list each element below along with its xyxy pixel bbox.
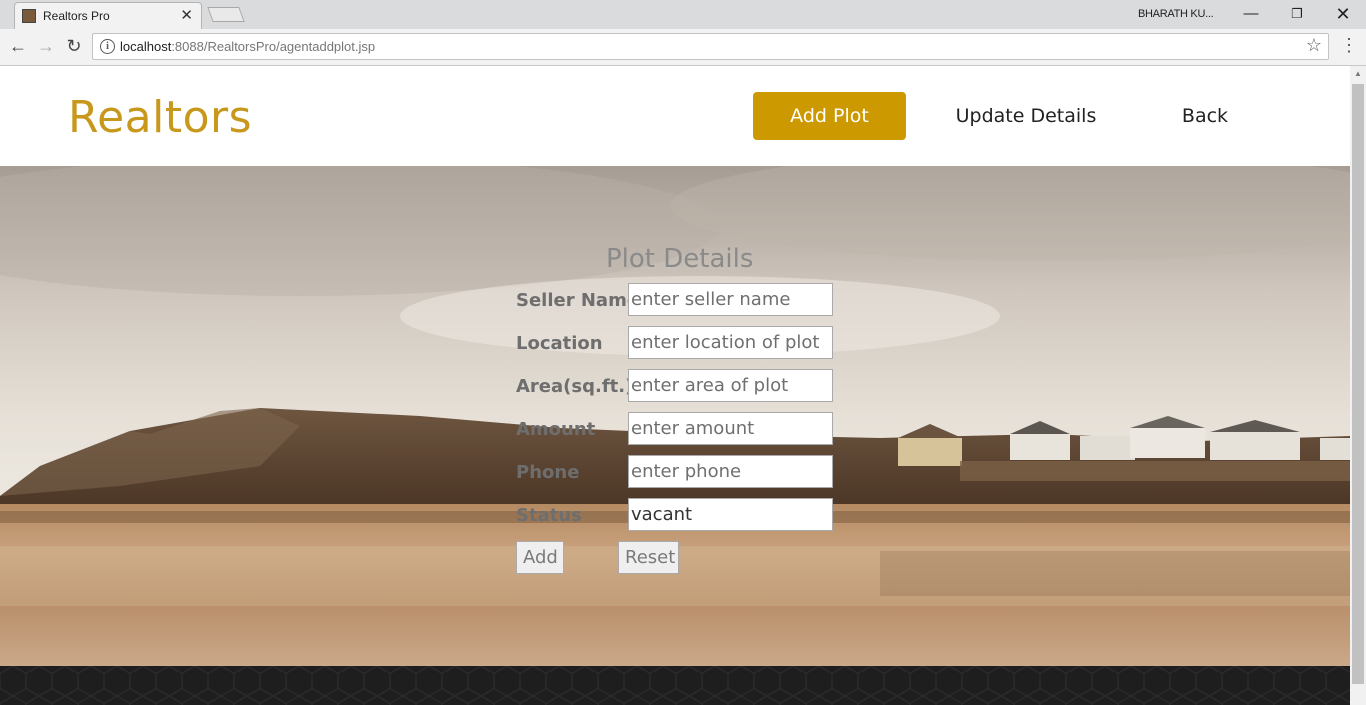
reload-icon[interactable]: ↻ bbox=[62, 34, 86, 58]
address-bar[interactable]: i localhost:8088/RealtorsPro/agentaddplo… bbox=[92, 33, 1329, 60]
nav-add-plot[interactable]: Add Plot bbox=[753, 92, 906, 140]
amount-label: Amount bbox=[516, 419, 596, 440]
location-input[interactable] bbox=[628, 326, 833, 359]
page-scrollbar[interactable]: ▲ bbox=[1350, 66, 1366, 705]
window-user-name[interactable]: BHARATH KU... bbox=[1138, 8, 1214, 20]
area-input[interactable] bbox=[628, 369, 833, 402]
phone-input[interactable] bbox=[628, 455, 833, 488]
browser-tab-strip: Realtors Pro ✕ BHARATH KU... — ❐ ✕ bbox=[0, 0, 1366, 29]
form-title: Plot Details bbox=[606, 244, 754, 274]
amount-input[interactable] bbox=[628, 412, 833, 445]
window-close-icon[interactable]: ✕ bbox=[1320, 0, 1366, 29]
url-path: :8088/RealtorsPro/agentaddplot.jsp bbox=[171, 39, 376, 54]
status-input[interactable] bbox=[628, 498, 833, 531]
status-label: Status bbox=[516, 505, 582, 526]
bookmark-star-icon[interactable]: ☆ bbox=[1306, 35, 1322, 56]
restore-icon[interactable]: ❐ bbox=[1274, 0, 1320, 29]
scrollbar-thumb[interactable] bbox=[1352, 84, 1364, 684]
realtors-favicon-icon bbox=[22, 9, 36, 23]
tab-title: Realtors Pro bbox=[43, 9, 110, 23]
site-logo[interactable]: Realtors bbox=[68, 92, 252, 143]
area-label: Area(sq.ft.) bbox=[516, 376, 634, 397]
page-viewport: Realtors Add Plot Update Details Back Pl… bbox=[0, 66, 1350, 705]
footer-bar bbox=[0, 666, 1350, 705]
browser-tab[interactable]: Realtors Pro ✕ bbox=[14, 2, 202, 29]
forward-arrow-icon[interactable]: → bbox=[34, 34, 58, 58]
browser-toolbar: ← → ↻ i localhost:8088/RealtorsPro/agent… bbox=[0, 29, 1366, 66]
new-tab-button[interactable] bbox=[207, 7, 245, 22]
site-header: Realtors Add Plot Update Details Back bbox=[0, 66, 1350, 166]
reset-button[interactable]: Reset bbox=[618, 541, 679, 574]
info-icon[interactable]: i bbox=[100, 39, 115, 54]
url-host: localhost bbox=[120, 39, 172, 54]
browser-menu-icon[interactable]: ⋮ bbox=[1340, 34, 1358, 58]
nav-update-details[interactable]: Update Details bbox=[946, 92, 1106, 140]
seller-name-label: Seller Name bbox=[516, 290, 640, 311]
tab-close-icon[interactable]: ✕ bbox=[180, 6, 193, 24]
minimize-icon[interactable]: — bbox=[1228, 0, 1274, 29]
back-arrow-icon[interactable]: ← bbox=[6, 34, 30, 58]
url-text[interactable]: localhost:8088/RealtorsPro/agentaddplot.… bbox=[120, 39, 375, 54]
seller-name-input[interactable] bbox=[628, 283, 833, 316]
scroll-up-icon[interactable]: ▲ bbox=[1354, 69, 1362, 78]
location-label: Location bbox=[516, 333, 603, 354]
phone-label: Phone bbox=[516, 462, 580, 483]
add-button[interactable]: Add bbox=[516, 541, 564, 574]
nav-back[interactable]: Back bbox=[1165, 92, 1245, 140]
